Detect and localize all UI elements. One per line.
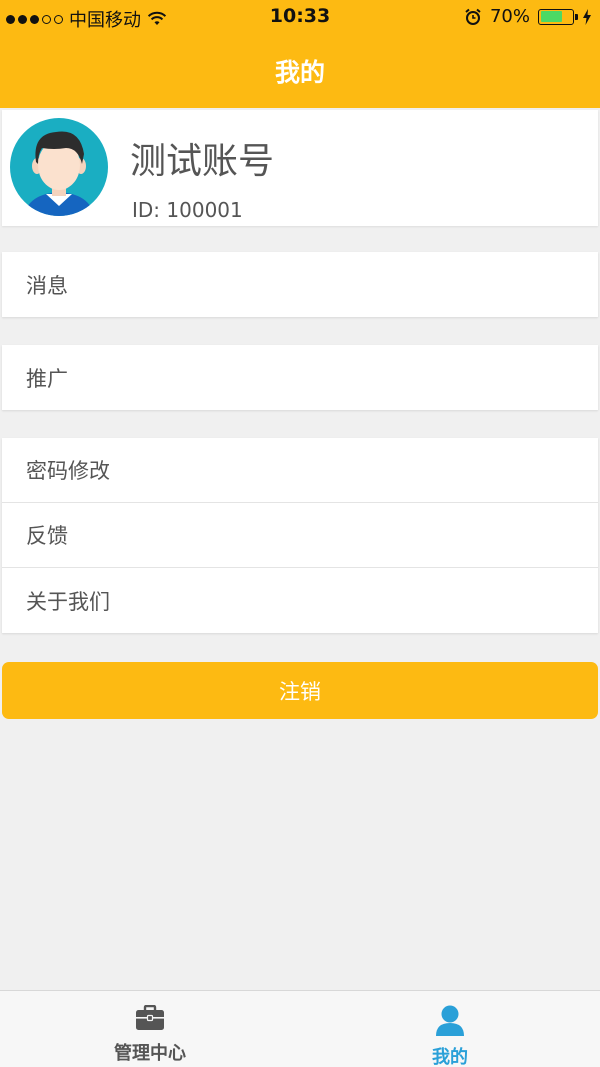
briefcase-icon	[136, 1005, 164, 1030]
charging-icon	[583, 8, 591, 25]
tab-label: 管理中心	[114, 1043, 186, 1064]
menu-item-change-password[interactable]: 密码修改	[2, 438, 598, 503]
menu-item-label: 密码修改	[26, 459, 110, 483]
menu-item-label: 消息	[26, 273, 68, 298]
menu-item-label: 反馈	[26, 524, 68, 548]
menu-item-label: 关于我们	[26, 589, 110, 614]
status-right: 70%	[464, 6, 592, 27]
user-icon	[436, 1005, 464, 1036]
menu-group-messages: 消息	[2, 252, 598, 317]
battery-icon	[538, 8, 578, 25]
alarm-icon	[465, 8, 481, 25]
profile-card[interactable]: 测试账号 ID: 100001	[2, 110, 598, 226]
logout-button[interactable]: 注销	[2, 662, 598, 719]
menu-group-promotion: 推广	[2, 345, 598, 410]
navigation-bar: 我的	[0, 33, 600, 108]
battery-level-fill	[540, 11, 563, 22]
avatar	[10, 118, 108, 216]
tab-mine[interactable]: 我的	[300, 991, 600, 1067]
page-title: 我的	[274, 57, 325, 87]
menu-item-about-us[interactable]: 关于我们	[2, 568, 598, 633]
menu-item-label: 推广	[26, 366, 68, 391]
menu-item-promotion[interactable]: 推广	[2, 345, 598, 410]
username: 测试账号	[130, 141, 275, 182]
tab-bar: 管理中心 我的	[0, 990, 600, 1067]
tab-management-center[interactable]: 管理中心	[0, 991, 300, 1067]
tab-label: 我的	[432, 1047, 468, 1067]
menu-item-feedback[interactable]: 反馈	[2, 503, 598, 568]
status-bar: 中国移动 10:33 70%	[0, 0, 600, 33]
menu-item-messages[interactable]: 消息	[2, 252, 598, 317]
user-id: ID: 100001	[132, 198, 243, 222]
battery-percent: 70%	[489, 6, 530, 27]
menu-group-settings: 密码修改 反馈 关于我们	[2, 438, 598, 633]
